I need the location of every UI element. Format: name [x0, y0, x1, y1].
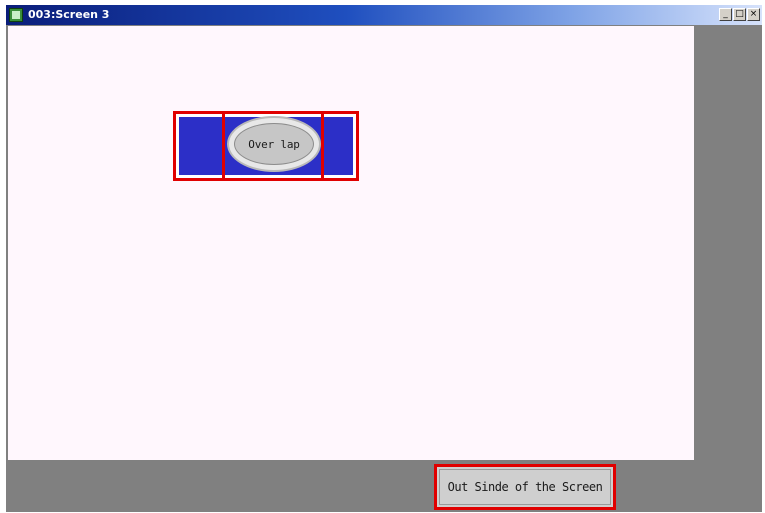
- outside-screen-button[interactable]: Out Sinde of the Screen: [434, 464, 616, 510]
- title-bar[interactable]: 003:Screen 3 _ □ ×: [6, 5, 762, 25]
- minimize-button[interactable]: _: [719, 8, 732, 21]
- screen-canvas: Over lap: [8, 26, 694, 460]
- overlap-group-highlight: Over lap: [173, 111, 359, 181]
- window-title: 003:Screen 3: [28, 8, 110, 21]
- maximize-button[interactable]: □: [733, 8, 746, 21]
- close-button[interactable]: ×: [747, 8, 760, 21]
- screen-app-icon: [9, 8, 23, 22]
- overlap-button-label: Over lap: [234, 123, 314, 165]
- overlap-button[interactable]: Over lap: [227, 116, 321, 172]
- app-window: 003:Screen 3 _ □ × Over lap Out Sinde of…: [6, 5, 762, 512]
- window-controls: _ □ ×: [719, 8, 760, 21]
